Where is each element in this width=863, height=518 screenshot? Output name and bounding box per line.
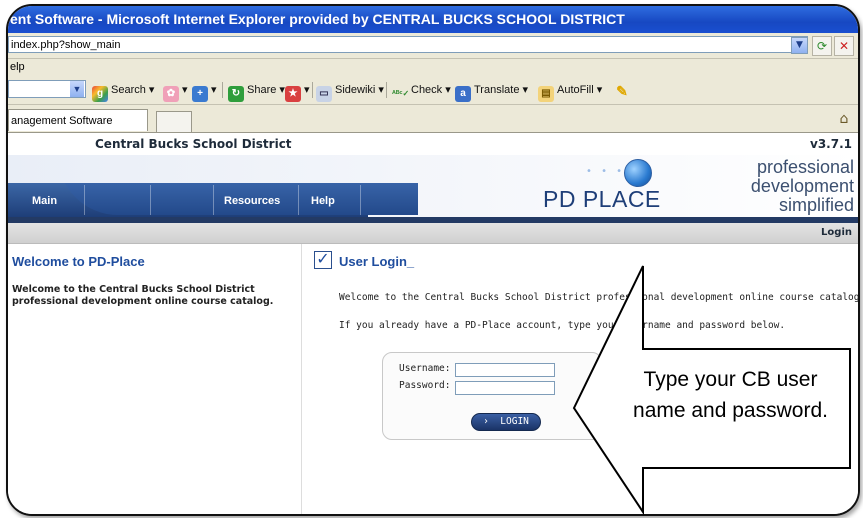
tagline: professional development simplified (751, 158, 854, 215)
nav-resources[interactable]: Resources (224, 191, 280, 211)
menu-help[interactable]: elp (8, 59, 858, 76)
share-button[interactable]: ↻ Share ▾ (228, 81, 285, 102)
spellcheck-button[interactable]: ᴬᴮᶜ✓ Check ▾ (392, 81, 451, 99)
toolbar-plus-button[interactable]: + ▾ (192, 81, 217, 102)
sidewiki-button[interactable]: ▭ Sidewiki ▾ (316, 81, 384, 102)
site-header: Central Bucks School District v3.7.1 (8, 133, 858, 156)
sidewiki-icon: ▭ (316, 86, 332, 102)
plus-icon: + (192, 86, 208, 102)
web-page: Central Bucks School District v3.7.1 Mai… (8, 133, 858, 514)
nav-main[interactable]: Main (32, 191, 57, 211)
address-input[interactable]: index.php?show_main (8, 36, 808, 53)
login-button[interactable]: › LOGIN (471, 413, 541, 431)
new-tab-button[interactable] (156, 111, 192, 132)
callout-text: Type your CB user name and password. (633, 368, 828, 422)
pd-place-logo: PD PLACE (543, 186, 661, 212)
browser-toolbar: ▼ g Search ▾ ✿ ▾ + ▾ ↻ Share ▾ ★ ▾ ▭ Sidewiki … (8, 76, 858, 105)
tagline-line: simplified (778, 195, 854, 215)
stop-icon[interactable]: ✕ (834, 36, 854, 56)
version-label: v3.7.1 (810, 137, 852, 151)
address-dropdown-icon[interactable]: ▼ (791, 37, 808, 54)
login-form: Username: Password: › LOGIN (382, 352, 602, 440)
site-banner: Main Resources Help • • • PD PLACE profe… (8, 155, 858, 217)
nav-divider (150, 185, 151, 215)
pd-place-logo-icon (624, 159, 652, 187)
search-icon: g (92, 86, 108, 102)
sidebar: Welcome to PD-Place Welcome to the Centr… (8, 244, 302, 514)
tagline-line: development (750, 176, 854, 196)
sidebar-text: Welcome to the Central Bucks School Dist… (12, 284, 274, 307)
autofill-button[interactable]: ▤ AutoFill ▾ (538, 81, 602, 102)
nav-help[interactable]: Help (311, 191, 335, 211)
bookmark-icon: ★ (285, 86, 301, 102)
nav-divider (298, 185, 299, 215)
password-label: Password: (399, 380, 451, 391)
toolbar-divider (312, 82, 313, 98)
username-input[interactable] (455, 363, 555, 377)
search-button[interactable]: g Search ▾ (92, 81, 154, 102)
sidebar-title: Welcome to PD-Place (12, 254, 145, 269)
nav-divider (213, 185, 214, 215)
tab-strip: anagement Software ⌂ (8, 105, 858, 133)
username-label: Username: (399, 363, 451, 374)
nav-divider (360, 185, 361, 215)
tab-active[interactable]: anagement Software (8, 109, 148, 131)
translate-button[interactable]: a Translate ▾ (455, 81, 528, 102)
login-title: User Login_ (339, 254, 415, 269)
arrow-icon: › (483, 416, 489, 427)
login-bar: Login (8, 223, 858, 244)
nav-divider (84, 185, 85, 215)
refresh-icon[interactable]: ⟳ (812, 36, 832, 56)
flower-icon: ✿ (163, 86, 179, 102)
spellcheck-icon: ᴬᴮᶜ✓ (392, 89, 410, 98)
translate-icon: a (455, 86, 471, 102)
welcome-line: Welcome to the Central Bucks School Dist… (339, 292, 860, 303)
toolbar-divider (386, 82, 387, 98)
bookmark-button[interactable]: ★ ▾ (285, 81, 310, 102)
password-input[interactable] (455, 381, 555, 395)
browser-window: ent Software - Microsoft Internet Explor… (6, 4, 860, 516)
check-icon: ✓ (314, 251, 332, 269)
toolbar-dropdown-icon[interactable]: ▼ (70, 81, 84, 97)
instruction-line: If you already have a PD-Place account, … (339, 320, 786, 331)
share-icon: ↻ (228, 86, 244, 102)
autofill-icon: ▤ (538, 86, 554, 102)
pencil-icon: ✎ (616, 83, 628, 99)
address-bar: index.php?show_main ▼ ⟳ ✕ (8, 33, 858, 59)
pencil-button[interactable]: ✎ (614, 81, 633, 99)
toolbar-divider (222, 82, 223, 98)
tagline-line: professional (756, 157, 854, 177)
login-link[interactable]: Login (821, 223, 852, 243)
district-name: Central Bucks School District (95, 137, 292, 151)
home-icon[interactable]: ⌂ (836, 111, 852, 127)
toolbar-extra-button[interactable]: ✿ ▾ (163, 81, 188, 102)
logo-dots: • • • (586, 166, 626, 177)
window-title: ent Software - Microsoft Internet Explor… (8, 6, 858, 33)
